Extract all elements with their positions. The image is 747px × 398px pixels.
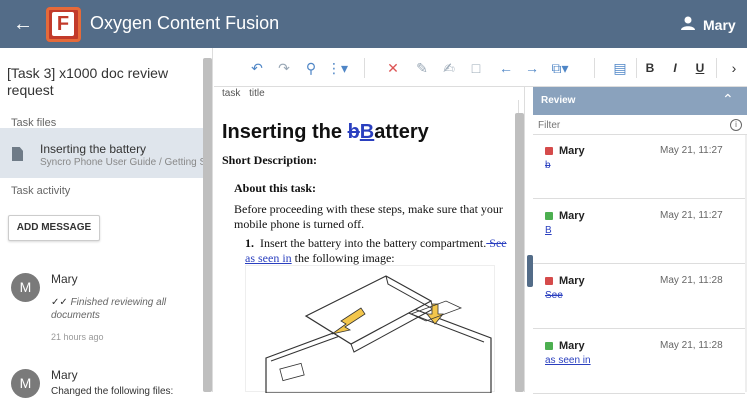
step-item[interactable]: 1. Insert the battery into the battery c… — [245, 236, 507, 266]
message-author: Mary — [51, 272, 78, 286]
review-change-text: as seen in — [545, 355, 591, 366]
review-item[interactable]: Mary May 21, 11:27 B — [533, 200, 745, 264]
toolbar-divider — [716, 58, 717, 78]
file-icon — [12, 147, 23, 161]
chevron-up-icon[interactable]: ⌃ — [722, 91, 734, 108]
chevron-right-icon[interactable]: › — [725, 59, 743, 77]
breadcrumb-item[interactable]: task — [222, 88, 240, 99]
paste-icon[interactable]: ⧉▾ — [551, 59, 569, 77]
search-icon[interactable]: ⚲ — [302, 59, 320, 77]
review-header[interactable]: Review ⌃ — [533, 87, 747, 115]
italic-button[interactable]: I — [666, 59, 684, 77]
review-time: May 21, 11:28 — [660, 275, 723, 286]
insert-icon[interactable]: ▤ — [611, 59, 629, 77]
bold-button[interactable]: B — [641, 59, 659, 77]
review-change-text: B — [545, 225, 552, 236]
deletion-icon — [545, 147, 553, 155]
inserted-text[interactable]: as seen in — [245, 251, 292, 265]
review-time: May 21, 11:27 — [660, 145, 723, 156]
inserted-text[interactable]: B — [360, 121, 374, 143]
insertion-icon — [545, 342, 553, 350]
editor-toolbar: ↶ ↷ ⚲ ⋮▾ ✕ ✎ ✍ □ ← → ⧉▾ ▤ B I U › — [214, 48, 747, 87]
comment-icon[interactable]: □ — [467, 59, 485, 77]
filter-input[interactable] — [538, 118, 718, 132]
undo-icon[interactable]: ↶ — [248, 59, 266, 77]
editor-scrollbar[interactable] — [515, 113, 524, 392]
review-panel: Review ⌃ i Mary May 21, 11:27 b Mary May… — [533, 87, 747, 394]
toolbar-divider — [364, 58, 365, 78]
deleted-text[interactable]: b — [348, 121, 360, 143]
file-path: Syncro Phone User Guide / Getting Starte… — [40, 157, 203, 168]
task-activity-label: Task activity — [11, 185, 71, 197]
message-author: Mary — [51, 368, 78, 382]
breadcrumb-item[interactable]: title — [249, 88, 265, 99]
left-panel-scrollbar[interactable] — [203, 58, 212, 392]
info-icon[interactable]: i — [730, 119, 742, 131]
double-check-icon: ✓✓ — [51, 297, 68, 308]
app-title: Oxygen Content Fusion — [90, 13, 280, 33]
reject-icon[interactable]: ✕ — [384, 59, 402, 77]
add-comment-icon[interactable]: ✎ — [413, 59, 431, 77]
review-filter: i — [533, 115, 747, 135]
battery-diagram-image — [245, 265, 495, 394]
redo-icon[interactable]: ↷ — [275, 59, 293, 77]
file-name: Inserting the battery — [40, 142, 147, 156]
app-logo: F — [46, 7, 81, 42]
task-title: [Task 3] x1000 doc review request — [7, 65, 169, 98]
toolbar-divider — [594, 58, 595, 78]
review-change-text: b — [545, 160, 551, 171]
message-text: ✓✓ Finished reviewing all documents — [51, 297, 167, 321]
short-description-label: Short Description: — [222, 153, 317, 167]
deleted-text[interactable]: See — [486, 236, 506, 250]
insertion-icon — [545, 212, 553, 220]
review-author: Mary — [559, 145, 585, 157]
add-message-button[interactable]: ADD MESSAGE — [8, 215, 100, 241]
message-time: 21 hours ago — [51, 332, 104, 342]
user-icon[interactable] — [680, 15, 696, 31]
review-author: Mary — [559, 340, 585, 352]
task-panel: [Task 3] x1000 doc review request Task f… — [0, 48, 213, 398]
review-item[interactable]: Mary May 21, 11:28 as seen in — [533, 330, 745, 394]
review-change-text: See — [545, 290, 563, 301]
back-arrow-icon[interactable]: ← — [12, 12, 34, 36]
prev-change-icon[interactable]: ← — [497, 59, 515, 77]
avatar: M — [11, 369, 40, 398]
review-title: Review — [541, 95, 576, 106]
edit-comment-icon[interactable]: ✍ — [440, 59, 458, 77]
review-author: Mary — [559, 210, 585, 222]
toolbar-divider — [636, 58, 637, 78]
deletion-icon — [545, 277, 553, 285]
panel-splitter[interactable] — [524, 87, 533, 392]
review-time: May 21, 11:28 — [660, 340, 723, 351]
about-task-heading: About this task: — [234, 181, 317, 195]
about-task-paragraph[interactable]: Before proceeding with these steps, make… — [234, 202, 504, 232]
review-author: Mary — [559, 275, 585, 287]
more-vert-icon[interactable]: ⋮▾ — [327, 59, 348, 77]
underline-button[interactable]: U — [691, 59, 709, 77]
user-name[interactable]: Mary — [703, 17, 736, 33]
review-item[interactable]: Mary May 21, 11:28 See — [533, 265, 745, 329]
app-header: ← F Oxygen Content Fusion Mary — [0, 0, 747, 48]
review-time: May 21, 11:27 — [660, 210, 723, 221]
next-change-icon[interactable]: → — [523, 59, 541, 77]
breadcrumb: task title — [222, 88, 271, 99]
document-title[interactable]: Inserting the bBattery — [222, 121, 429, 144]
review-item[interactable]: Mary May 21, 11:27 b — [533, 135, 745, 199]
avatar: M — [11, 273, 40, 302]
task-file-item[interactable]: Inserting the battery Syncro Phone User … — [0, 128, 203, 178]
